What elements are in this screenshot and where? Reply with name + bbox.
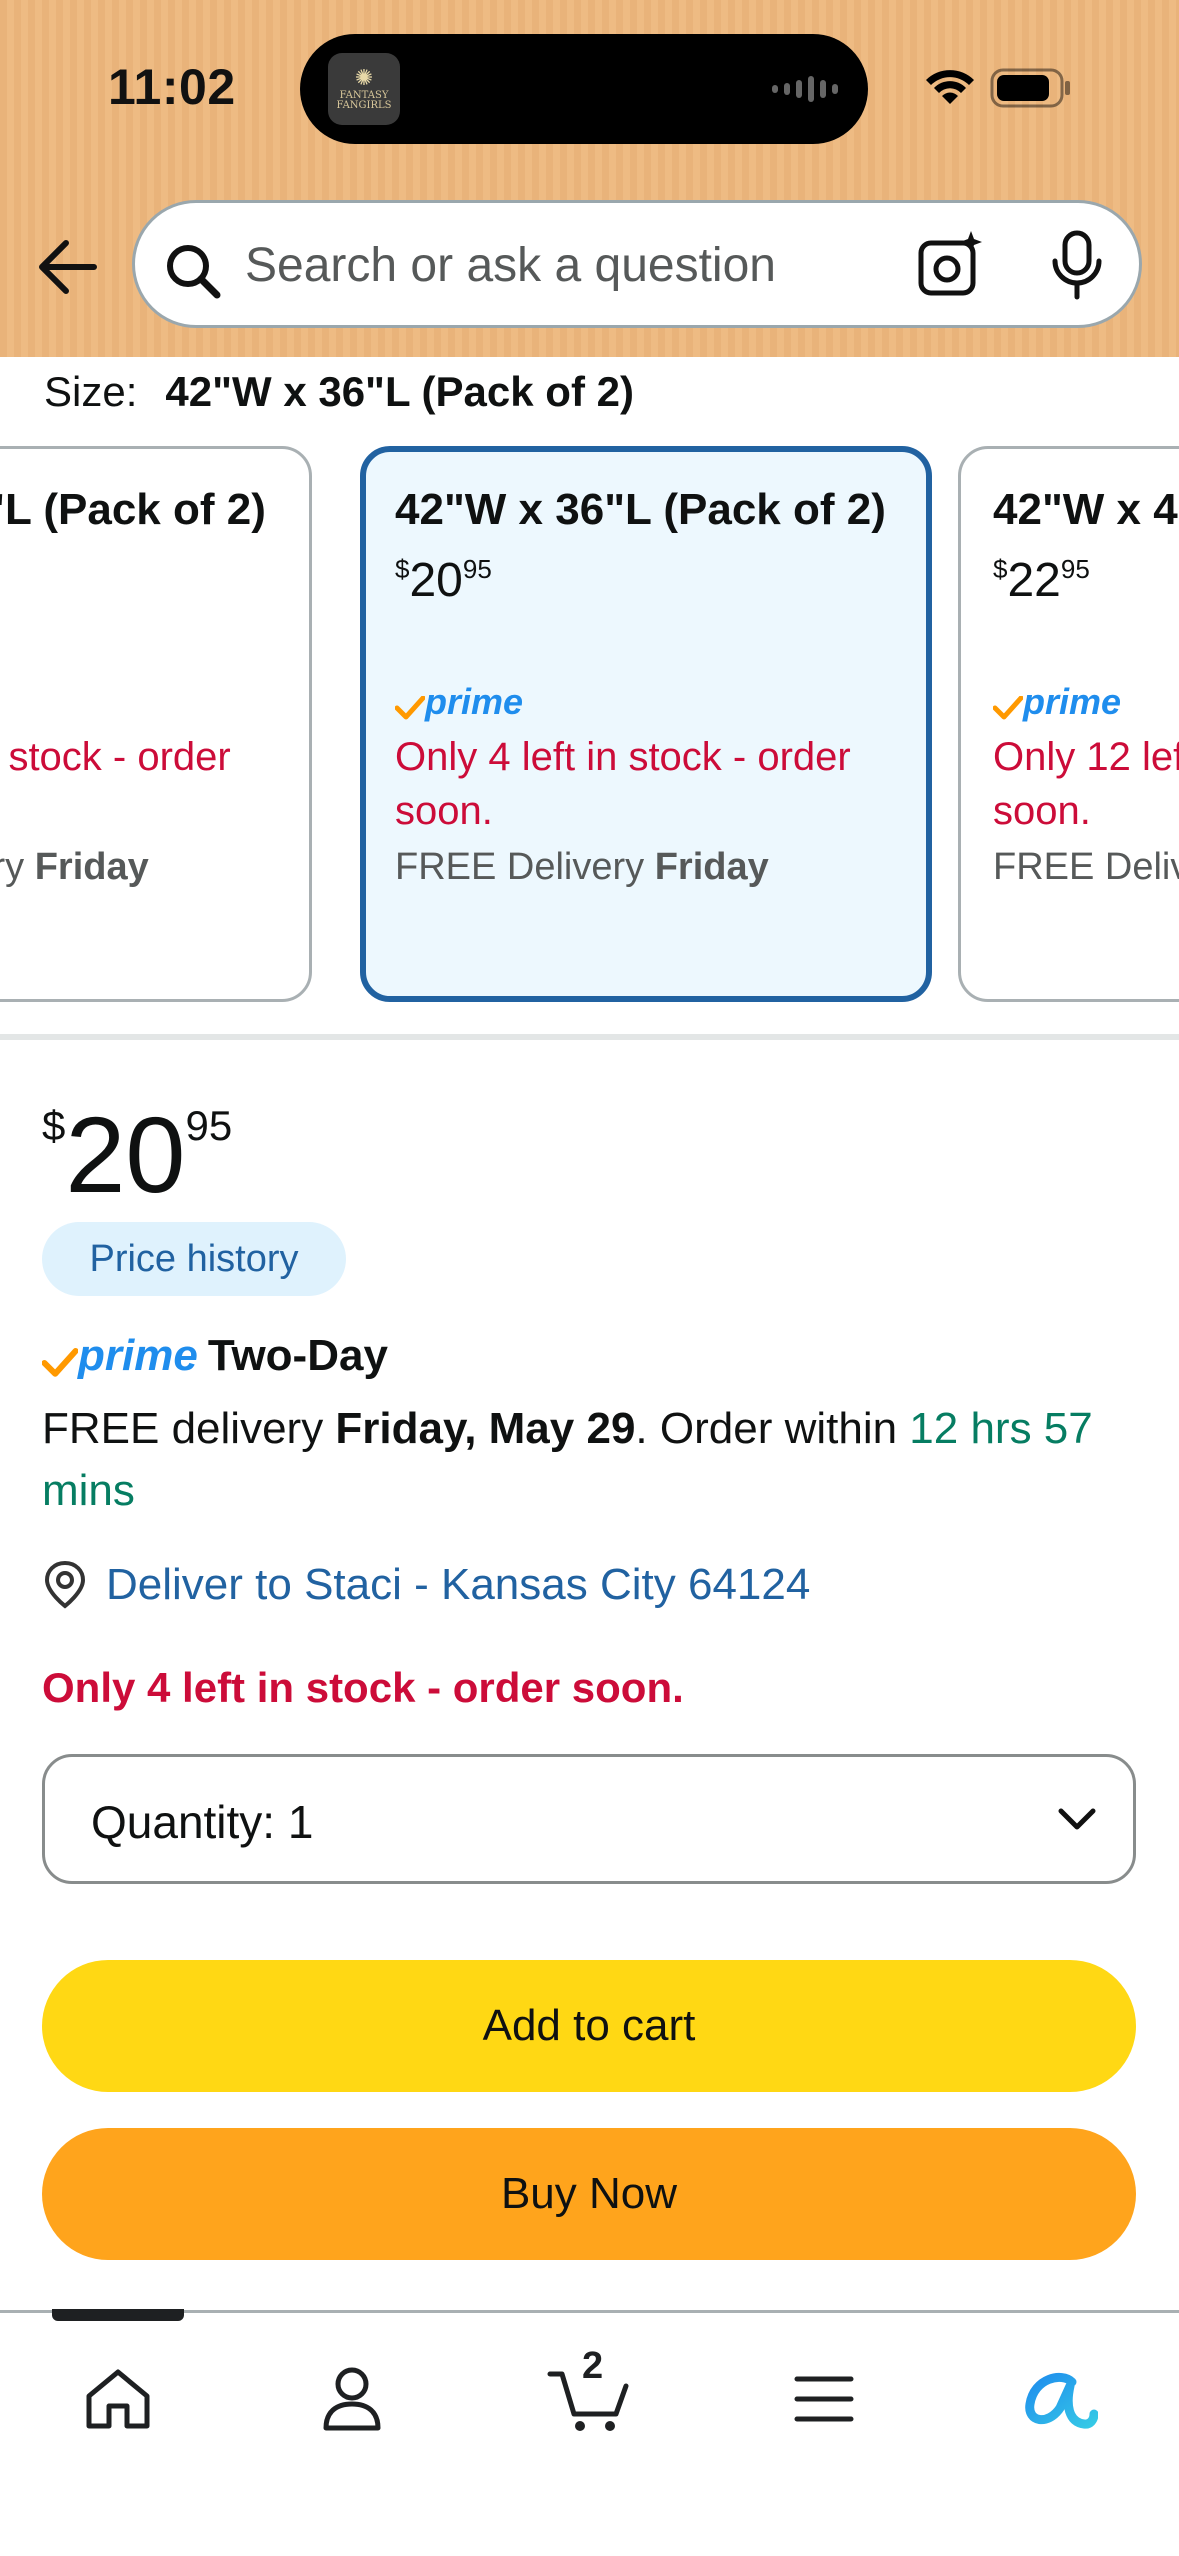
rufus-icon: [1025, 2372, 1098, 2429]
tab-menu[interactable]: [774, 2349, 874, 2449]
add-to-cart-button[interactable]: Add to cart: [42, 1960, 1136, 2092]
size-option-delivery: FREE Deliv: [993, 846, 1179, 888]
prime-check-icon: [395, 696, 425, 720]
search-bar[interactable]: [132, 200, 1142, 328]
deliver-to-text[interactable]: Deliver to Staci - Kansas City 64124: [106, 1560, 810, 1610]
quantity-label: Quantity: 1: [91, 1796, 314, 1848]
camera-lens-icon[interactable]: [915, 229, 987, 301]
prime-label: prime: [78, 1331, 198, 1380]
section-divider: [0, 1034, 1179, 1040]
prime-delivery-badge: prime Two-Day: [42, 1334, 388, 1378]
size-option-price: $2095: [395, 554, 492, 607]
product-price: $2095: [42, 1094, 233, 1215]
prime-check-icon: [993, 696, 1023, 720]
prime-check-icon: [42, 1348, 78, 1377]
size-option-delivery: FREE Delivery Friday: [0, 846, 149, 888]
stock-warning: Only 4 left in stock - order soon.: [42, 1664, 684, 1711]
size-option-delivery: FREE Delivery Friday: [395, 846, 769, 888]
wifi-icon: [926, 70, 974, 104]
size-option-stock: Only 4 left in stock - order soon.: [395, 735, 851, 833]
header: 11:02 ✺ FANTASY FANGIRLS: [0, 0, 1179, 357]
quantity-value: 1: [287, 1796, 314, 1848]
bottom-tab-bar: 2: [0, 2309, 1179, 2556]
prime-logo: prime: [993, 684, 1179, 720]
home-icon: [86, 2369, 150, 2429]
prime-logo: prime: [395, 684, 926, 720]
status-time: 11:02: [108, 59, 236, 115]
menu-icon: [794, 2376, 854, 2422]
size-option-card[interactable]: 42"W x 4 $2295 prime Only 12 left in sto…: [958, 446, 1179, 1002]
audio-wave-icon: [772, 74, 838, 104]
location-pin-icon: [44, 1560, 86, 1609]
size-option-card[interactable]: 42"W x 30"L (Pack of 2) $20 prime Only 4…: [0, 446, 312, 1002]
island-app-icon: ✺ FANTASY FANGIRLS: [328, 53, 400, 125]
cart-count-badge: 2: [582, 2345, 604, 2387]
microphone-icon[interactable]: [1047, 229, 1107, 301]
deliver-to-link[interactable]: Deliver to Staci - Kansas City 64124: [42, 1560, 810, 1610]
size-option-price: $2295: [993, 554, 1090, 607]
size-options-carousel[interactable]: 42"W x 30"L (Pack of 2) $20 prime Only 4…: [0, 442, 1179, 1006]
account-icon: [323, 2367, 381, 2431]
dynamic-island: ✺ FANTASY FANGIRLS: [300, 34, 868, 144]
tab-account[interactable]: [302, 2349, 402, 2449]
size-label: Size:: [44, 368, 138, 415]
size-option-title: 42"W x 4: [993, 485, 1178, 534]
tab-cart[interactable]: 2: [538, 2345, 638, 2449]
size-option-card-selected[interactable]: 42"W x 36"L (Pack of 2) $2095 prime Only…: [360, 446, 932, 1002]
active-tab-indicator: [52, 2309, 184, 2321]
size-option-stock: Only 12 left in stock - order soon.: [993, 735, 1179, 833]
size-selection-label: Size: 42"W x 36"L (Pack of 2): [44, 368, 634, 416]
delivery-estimate: FREE delivery Friday, May 29. Order with…: [42, 1404, 1093, 1515]
buy-now-button[interactable]: Buy Now: [42, 2128, 1136, 2260]
tab-rufus[interactable]: [1010, 2349, 1110, 2449]
prime-speed: Two-Day: [207, 1331, 388, 1380]
size-selected-value: 42"W x 36"L (Pack of 2): [165, 368, 634, 415]
size-option-title: 42"W x 36"L (Pack of 2): [395, 485, 886, 534]
size-option-stock: Only 4 left in stock - order soon.: [0, 735, 231, 779]
price-history-button[interactable]: Price history: [42, 1222, 346, 1296]
size-option-title: 42"W x 30"L (Pack of 2): [0, 485, 266, 534]
quantity-dropdown[interactable]: Quantity: 1: [42, 1754, 1136, 1884]
delivery-date: Friday, May 29: [335, 1404, 636, 1453]
chevron-down-icon: [1058, 1808, 1096, 1830]
search-input[interactable]: [245, 233, 945, 297]
search-icon: [167, 245, 221, 299]
battery-icon: [990, 68, 1070, 108]
back-arrow-icon[interactable]: [36, 238, 98, 296]
tab-home[interactable]: [68, 2349, 168, 2449]
